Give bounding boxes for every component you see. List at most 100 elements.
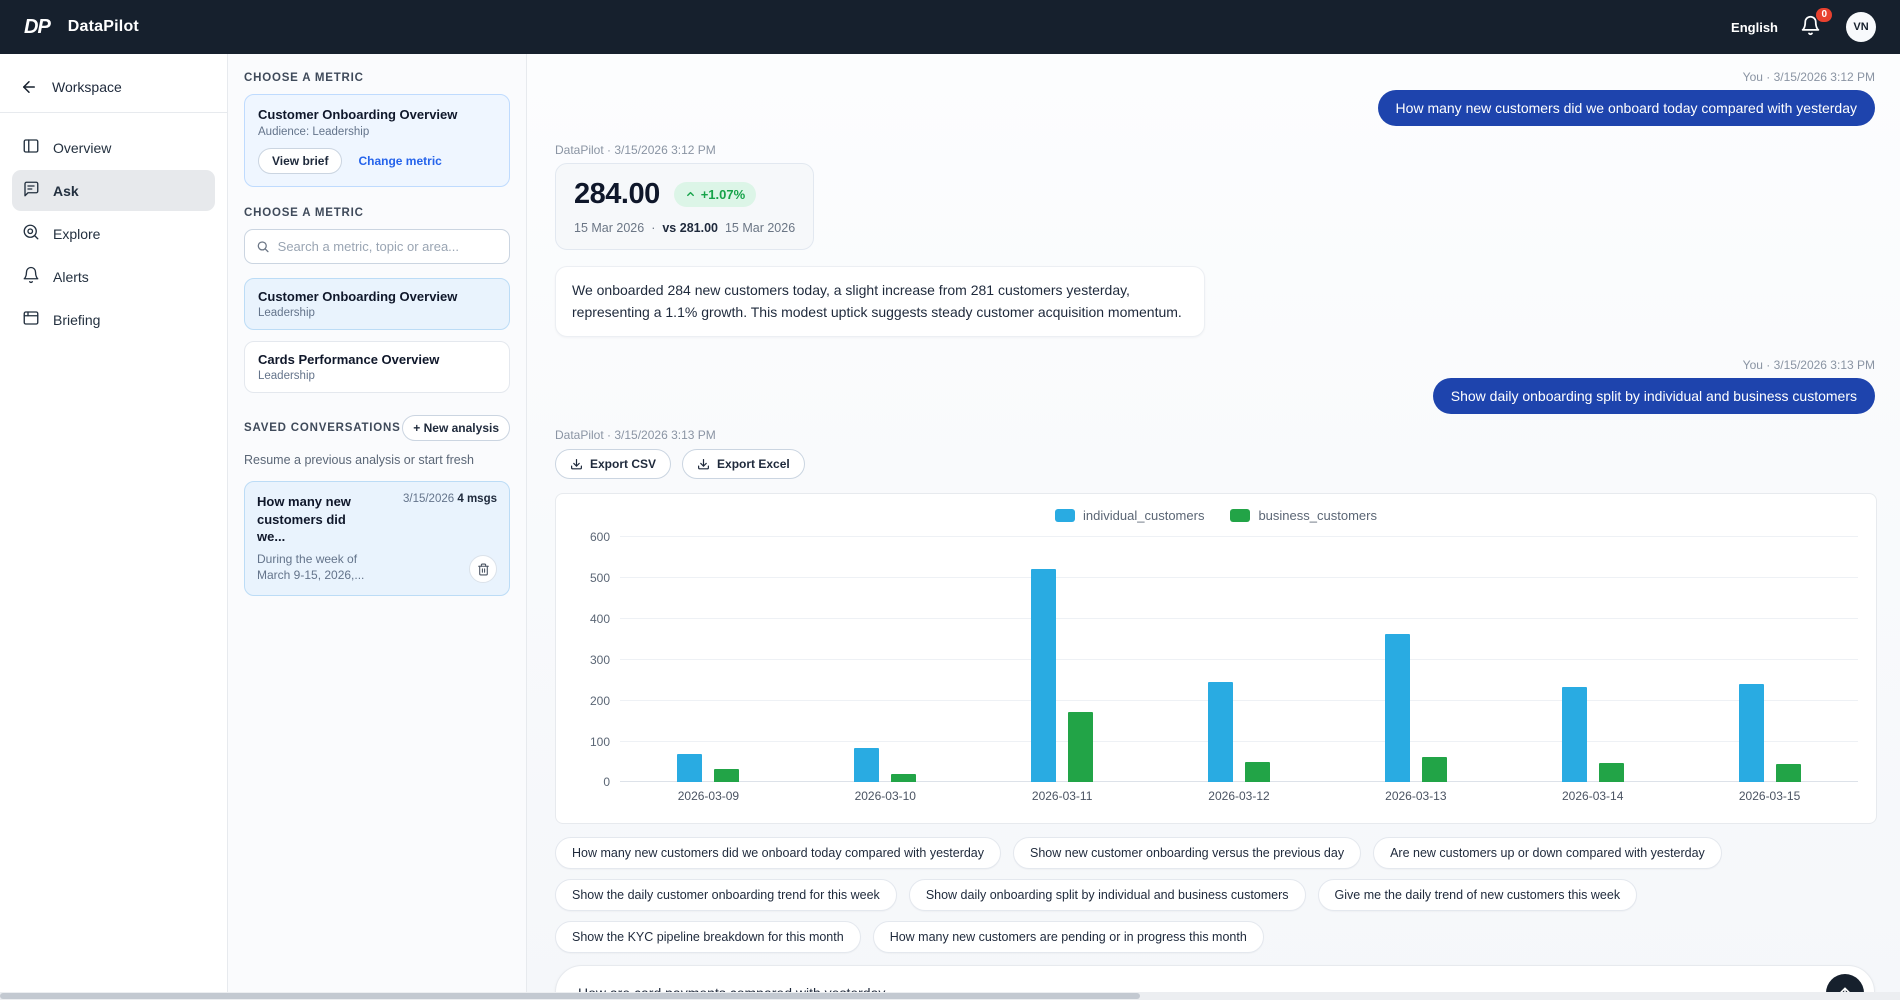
back-arrow-icon [20, 78, 38, 96]
saved-conversations-hint: Resume a previous analysis or start fres… [244, 453, 510, 467]
metric-item-subtitle: Leadership [258, 370, 496, 382]
legend-item-business_customers[interactable]: business_customers [1230, 508, 1377, 523]
new-analysis-button[interactable]: + New analysis [402, 415, 510, 441]
bar-business_customers-2026-03-14 [1599, 763, 1624, 783]
change-metric-link[interactable]: Change metric [358, 154, 441, 168]
bar-chart-card: individual_customers business_customers 0… [555, 493, 1877, 824]
bar-individual_customers-2026-03-09 [677, 754, 702, 783]
scrollbar-thumb[interactable] [0, 993, 1140, 999]
chart-plot: 0100200300400500600 [620, 537, 1858, 782]
bar-individual_customers-2026-03-15 [1739, 684, 1764, 782]
gridline [620, 577, 1858, 578]
delete-conversation-button[interactable] [469, 555, 497, 583]
suggestion-chip[interactable]: Give me the daily trend of new customers… [1318, 879, 1638, 911]
gridline [620, 659, 1858, 660]
suggestion-chip[interactable]: Are new customers up or down compared wi… [1373, 837, 1722, 869]
sidebar-item-alerts[interactable]: Alerts [12, 256, 215, 297]
conversation-preview: During the week of March 9-15, 2026,... [257, 551, 377, 585]
sidebar: Workspace Overview Ask Explore Alerts Briefi… [0, 54, 228, 1000]
chat-area: You · 3/15/2026 3:12 PM How many new cus… [527, 54, 1900, 1000]
metric-comparison: 15 Mar 2026 · vs 281.00 15 Mar 2026 [574, 221, 795, 235]
sidebar-item-explore[interactable]: Explore [12, 213, 215, 254]
alerts-icon [22, 266, 40, 287]
horizontal-scrollbar[interactable] [0, 992, 1900, 1000]
suggestion-chip[interactable]: Show daily onboarding split by individua… [909, 879, 1306, 911]
conversation-title: How many new customers did we... [257, 493, 377, 546]
legend-swatch [1055, 509, 1075, 522]
metric-search-input[interactable] [278, 239, 498, 254]
brand-logo[interactable]: DP DataPilot [24, 16, 139, 39]
choose-metric-header-1: CHOOSE A METRIC [244, 72, 510, 84]
top-navbar: DP DataPilot English 0 VN [0, 0, 1900, 54]
sidebar-divider [0, 112, 227, 113]
avatar[interactable]: VN [1846, 12, 1876, 42]
chart-x-axis: 2026-03-092026-03-102026-03-112026-03-12… [620, 789, 1858, 813]
legend-swatch [1230, 509, 1250, 522]
suggestion-chip[interactable]: How many new customers did we onboard to… [555, 837, 1001, 869]
view-brief-button[interactable]: View brief [258, 148, 342, 174]
metric-search[interactable] [244, 229, 510, 264]
sidebar-item-ask[interactable]: Ask [12, 170, 215, 211]
language-selector[interactable]: English [1731, 20, 1778, 35]
download-icon [697, 458, 710, 471]
sidebar-item-label: Alerts [53, 269, 89, 285]
sidebar-item-label: Ask [53, 183, 79, 199]
saved-conversation-card[interactable]: How many new customers did we... 3/15/20… [244, 481, 510, 596]
bar-business_customers-2026-03-09 [714, 769, 739, 782]
suggestion-chip[interactable]: How many new customers are pending or in… [873, 921, 1264, 953]
conversation-meta: 3/15/2026 4 msgs [403, 493, 497, 546]
metric-list-item[interactable]: Cards Performance Overview Leadership [244, 341, 510, 393]
export-csv-button[interactable]: Export CSV [555, 449, 671, 479]
sidebar-item-briefing[interactable]: Briefing [12, 299, 215, 340]
user-message-meta-2: You · 3/15/2026 3:13 PM [555, 358, 1875, 372]
sidebar-item-label: Overview [53, 140, 111, 156]
brand-name: DataPilot [68, 18, 139, 36]
gridline [620, 536, 1858, 537]
y-axis-tick: 300 [574, 653, 610, 667]
trash-icon [477, 563, 490, 576]
suggestion-chip[interactable]: Show the KYC pipeline breakdown for this… [555, 921, 861, 953]
y-axis-tick: 0 [574, 775, 610, 789]
briefing-icon [22, 309, 40, 330]
suggestion-chip[interactable]: Show the daily customer onboarding trend… [555, 879, 897, 911]
metric-panel: CHOOSE A METRIC Customer Onboarding Over… [228, 54, 527, 1000]
metric-list-item[interactable]: Customer Onboarding OverviewLeadership [244, 278, 510, 330]
bot-message-meta-2: DataPilot · 3/15/2026 3:13 PM [555, 428, 1875, 442]
bar-business_customers-2026-03-12 [1245, 762, 1270, 782]
sidebar-item-overview[interactable]: Overview [12, 127, 215, 168]
sidebar-back-workspace[interactable]: Workspace [12, 68, 215, 112]
gridline [620, 741, 1858, 742]
x-axis-label: 2026-03-15 [1739, 789, 1800, 803]
x-axis-label: 2026-03-12 [1208, 789, 1269, 803]
metric-item-title: Customer Onboarding Overview [258, 289, 496, 304]
y-axis-tick: 500 [574, 571, 610, 585]
bar-business_customers-2026-03-11 [1068, 712, 1093, 783]
export-excel-button[interactable]: Export Excel [682, 449, 805, 479]
suggestion-chip[interactable]: Show new customer onboarding versus the … [1013, 837, 1361, 869]
bar-business_customers-2026-03-13 [1422, 757, 1447, 782]
gridline [620, 781, 1858, 782]
bar-individual_customers-2026-03-12 [1208, 682, 1233, 782]
overview-icon [22, 137, 40, 158]
selected-metric-audience: Audience: Leadership [258, 126, 496, 138]
legend-label: business_customers [1258, 508, 1377, 523]
sidebar-item-label: Briefing [53, 312, 100, 328]
y-axis-tick: 400 [574, 612, 610, 626]
x-axis-label: 2026-03-11 [1032, 789, 1093, 803]
user-message-meta-1: You · 3/15/2026 3:12 PM [555, 70, 1875, 84]
gridline [620, 700, 1858, 701]
metric-value: 284.00 [574, 178, 660, 211]
x-axis-label: 2026-03-10 [855, 789, 916, 803]
legend-item-individual_customers[interactable]: individual_customers [1055, 508, 1204, 523]
bot-message-1: We onboarded 284 new customers today, a … [555, 266, 1205, 337]
metric-item-title: Cards Performance Overview [258, 352, 496, 367]
selected-metric-card[interactable]: Customer Onboarding Overview Audience: L… [244, 94, 510, 187]
notification-badge: 0 [1816, 8, 1832, 22]
x-axis-label: 2026-03-13 [1385, 789, 1446, 803]
gridline [620, 618, 1858, 619]
notifications-button[interactable]: 0 [1800, 15, 1824, 39]
bar-business_customers-2026-03-10 [891, 774, 916, 782]
bar-individual_customers-2026-03-14 [1562, 687, 1587, 782]
chevron-up-icon [685, 189, 696, 200]
bar-business_customers-2026-03-15 [1776, 764, 1801, 782]
